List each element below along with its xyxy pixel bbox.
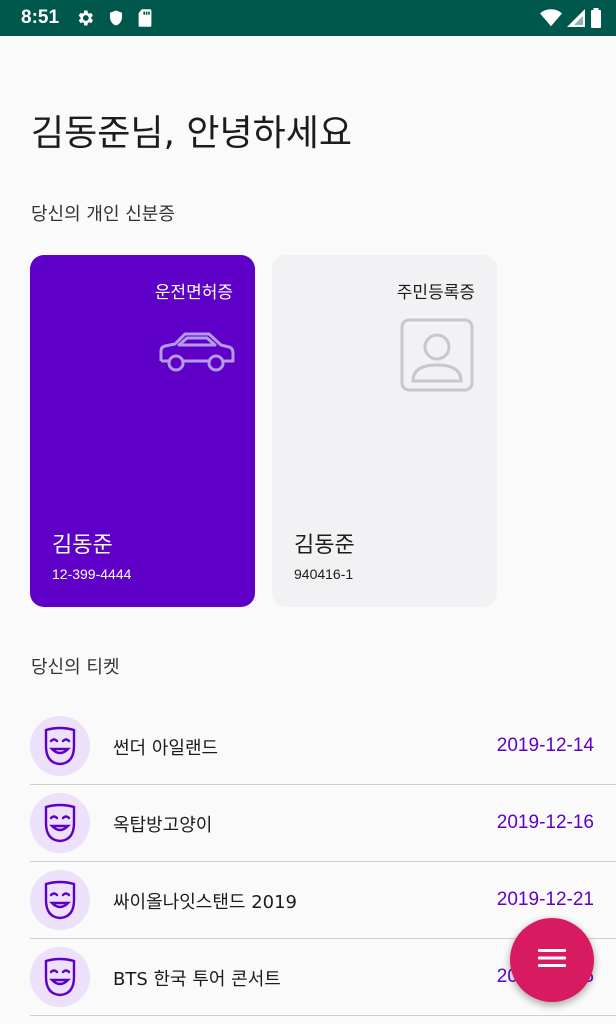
car-icon <box>157 329 235 379</box>
shield-icon <box>107 8 125 28</box>
ticket-title: 옥탑방고양이 <box>113 815 213 836</box>
battery-icon <box>590 8 602 28</box>
sd-card-icon <box>137 8 153 28</box>
card-type-label: 주민등록증 <box>396 283 475 303</box>
status-time: 8:51 <box>21 7 60 28</box>
id-section-title: 당신의 개인 신분증 <box>31 204 175 225</box>
menu-icon <box>538 947 566 973</box>
drivers-license-card[interactable]: 운전면허증 김동준 12-399-4444 <box>30 255 255 607</box>
resident-id-card[interactable]: 주민등록증 김동준 940416-1 <box>272 255 497 607</box>
ticket-section-title: 당신의 티켓 <box>31 657 120 678</box>
ticket-title: 싸이올나잇스탠드 2019 <box>113 892 298 913</box>
ticket-date: 2019-12-21 <box>496 889 594 910</box>
ticket-title: BTS 한국 투어 콘서트 <box>113 969 281 990</box>
resident-number: 940416-1 <box>294 566 354 582</box>
greeting-title: 김동준님, 안녕하세요 <box>31 113 352 154</box>
menu-fab-button[interactable] <box>510 918 594 1002</box>
person-portrait-icon <box>399 317 475 397</box>
status-bar: 8:51 <box>0 0 616 36</box>
wifi-icon <box>540 8 562 28</box>
theater-mask-icon <box>30 947 90 1007</box>
ticket-title: 썬더 아일랜드 <box>113 738 219 759</box>
card-type-label: 운전면허증 <box>154 283 233 303</box>
gear-icon <box>75 8 95 28</box>
ticket-item[interactable]: 옥탑방고양이 2019-12-16 <box>30 785 616 862</box>
signal-icon <box>566 8 586 28</box>
card-holder-name: 김동준 <box>52 533 113 558</box>
card-holder-name: 김동준 <box>294 533 355 558</box>
theater-mask-icon <box>30 870 90 930</box>
license-number: 12-399-4444 <box>52 566 132 582</box>
theater-mask-icon <box>30 793 90 853</box>
ticket-date: 2019-12-16 <box>496 812 594 833</box>
ticket-item[interactable]: 썬더 아일랜드 2019-12-14 <box>30 708 616 785</box>
theater-mask-icon <box>30 716 90 776</box>
ticket-date: 2019-12-14 <box>496 735 594 756</box>
